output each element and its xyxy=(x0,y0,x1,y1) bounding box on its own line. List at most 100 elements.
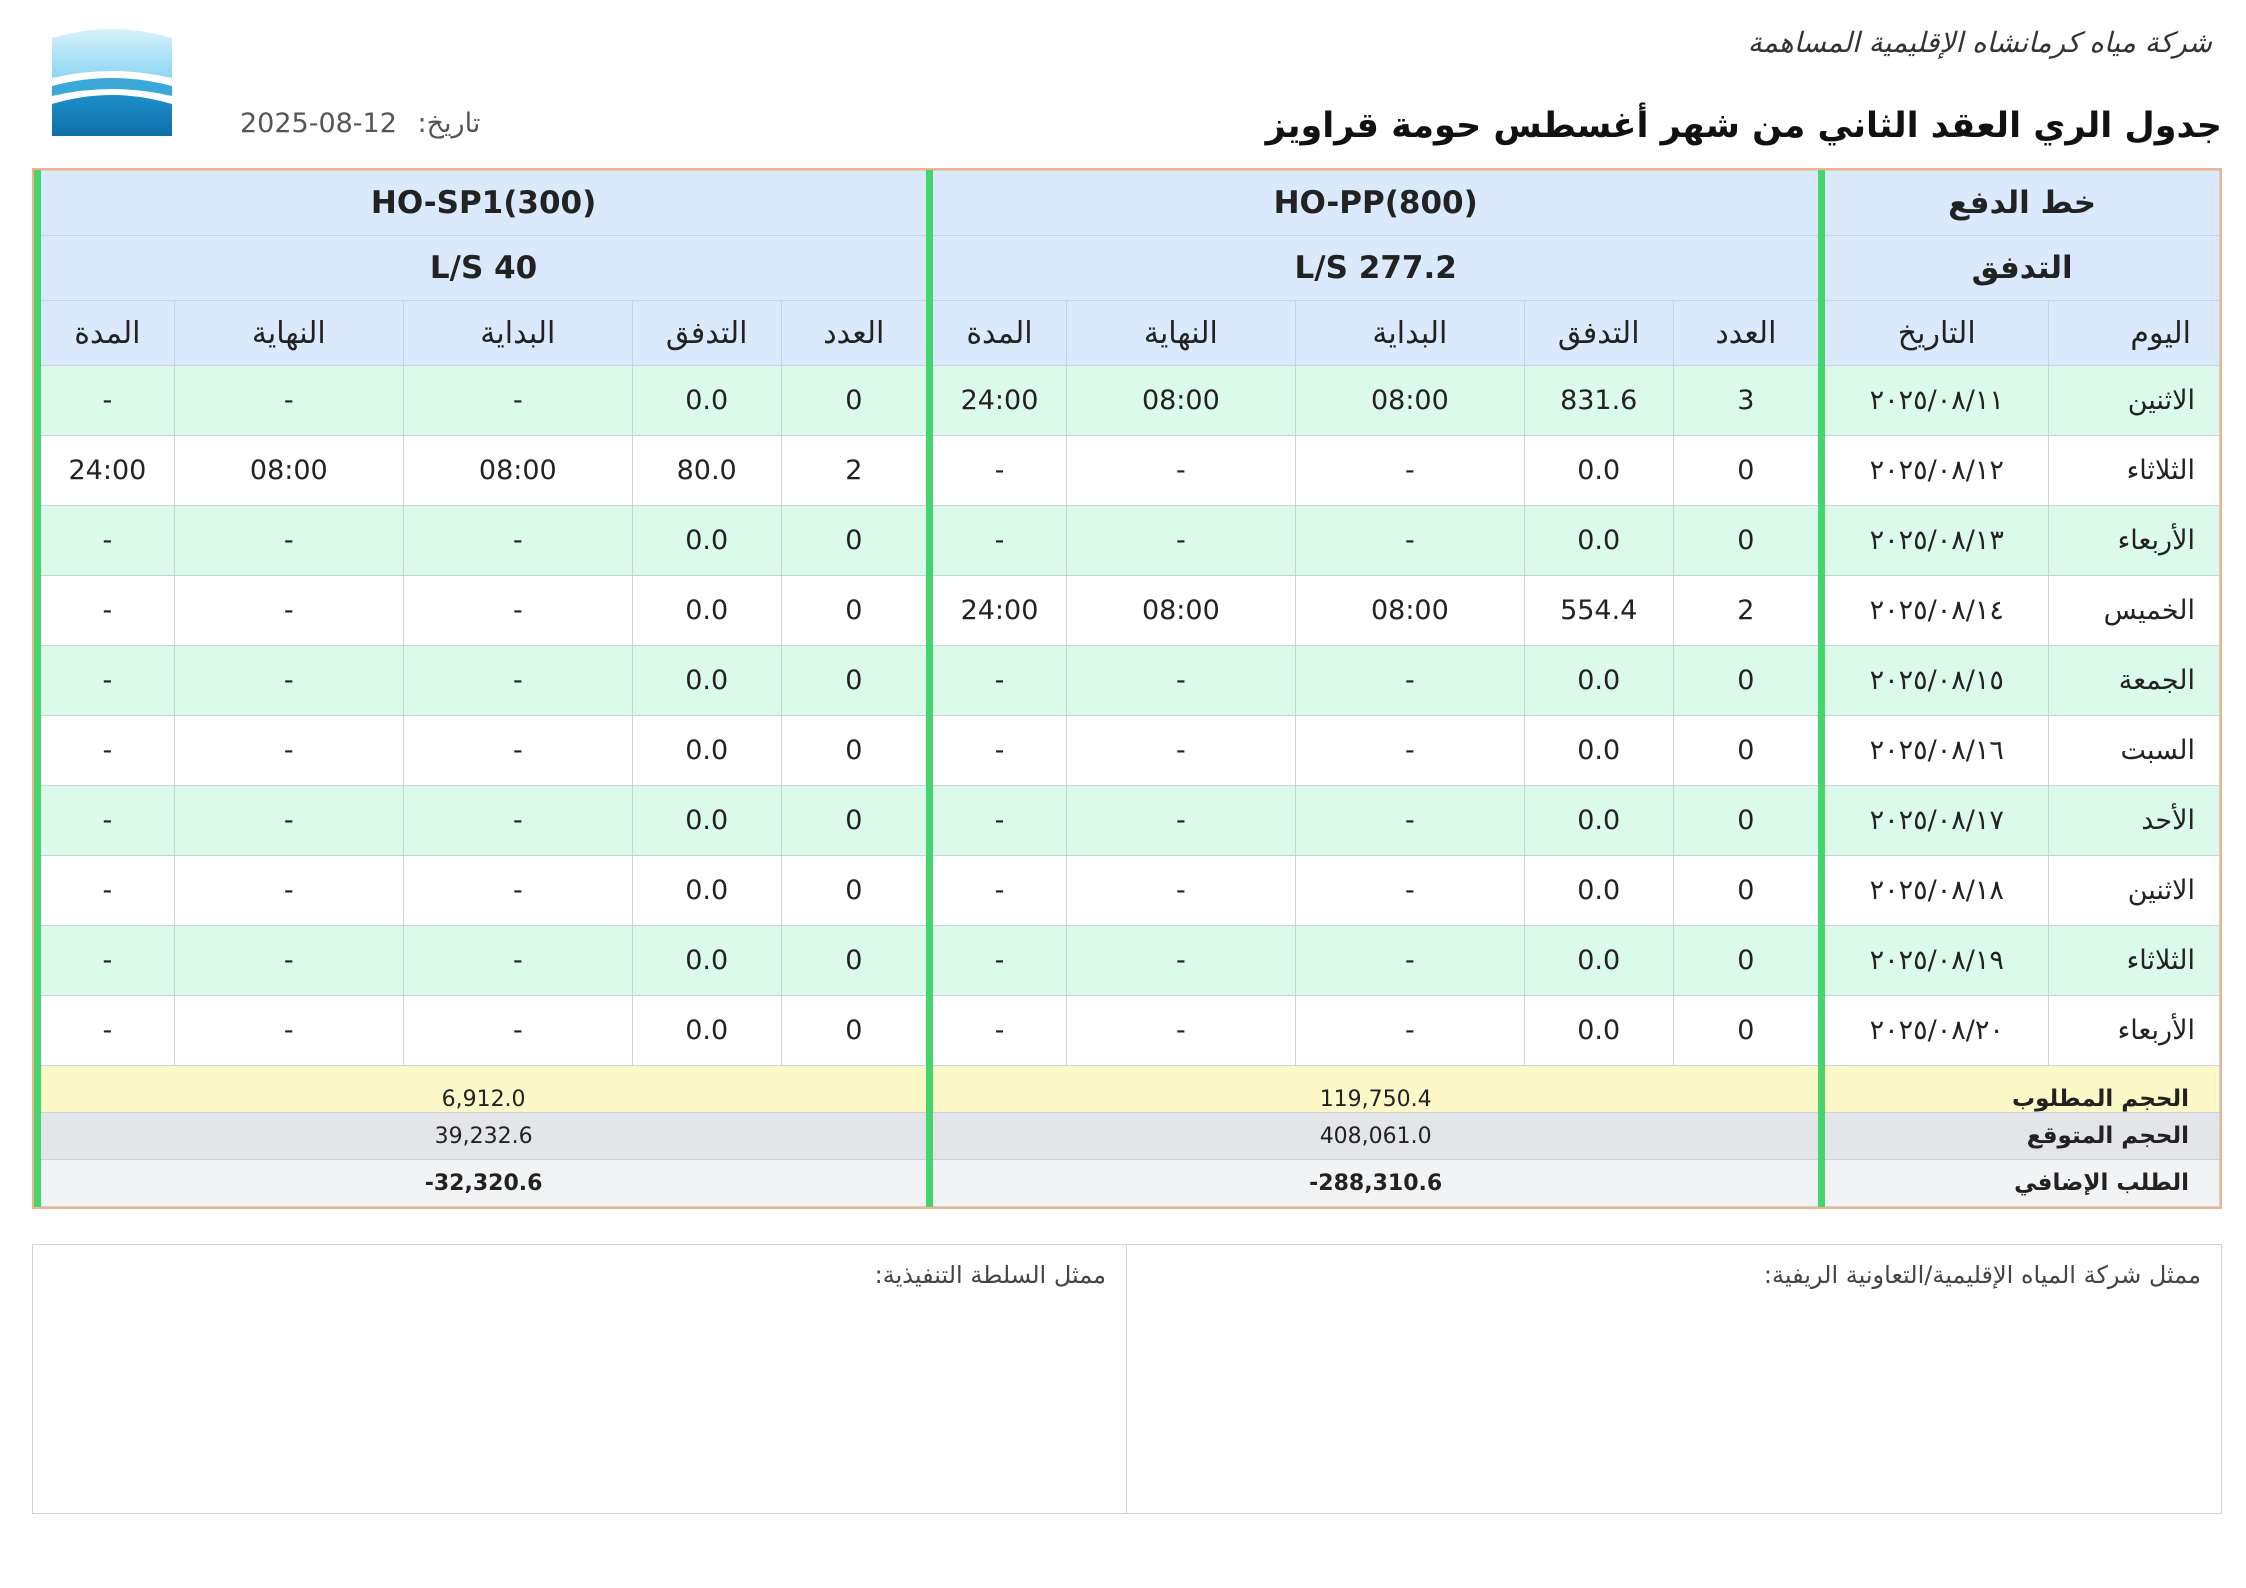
col-date: التاريخ xyxy=(1818,300,2050,366)
cell-start: - xyxy=(1294,995,1525,1066)
cell-count: 2 xyxy=(1672,575,1823,646)
cell-duration: - xyxy=(926,785,1067,856)
cell-count: 2 xyxy=(780,435,931,506)
signature-label-regional-company: ممثل شركة المياه الإقليمية/التعاونية الر… xyxy=(1763,1261,2201,1289)
col-flow: التدفق xyxy=(1523,300,1674,366)
cell-duration: - xyxy=(926,925,1067,996)
cell-count: 0 xyxy=(780,365,931,436)
cell-end: - xyxy=(173,855,404,926)
cell-flow: 0.0 xyxy=(1523,715,1674,786)
cell-day: الاثنين xyxy=(2048,855,2220,926)
cell-count: 0 xyxy=(780,785,931,856)
irrigation-schedule-table: خط الدفع HO-PP(800) HO-SP1(300) التدفق 2… xyxy=(32,168,2222,1209)
cell-flow: 0.0 xyxy=(1523,645,1674,716)
cell-date: ٢٠٢٥/٠٨/١٥ xyxy=(1818,645,2050,716)
cell-date: ٢٠٢٥/٠٨/١٣ xyxy=(1818,505,2050,576)
cell-start: - xyxy=(1294,925,1525,996)
cell-flow: 0.0 xyxy=(631,645,782,716)
signature-box-regional-company[interactable]: ممثل شركة المياه الإقليمية/التعاونية الر… xyxy=(1127,1245,2221,1513)
cell-duration: - xyxy=(34,995,175,1066)
cell-duration: - xyxy=(34,365,175,436)
company-name: شركة مياه كرمانشاه الإقليمية المساهمة xyxy=(1747,26,2212,59)
cell-end: - xyxy=(1065,785,1296,856)
cell-day: الأربعاء xyxy=(2048,505,2220,576)
document-date: تاريخ: 2025-08-12 xyxy=(240,108,480,139)
expected-ho-pp: 408,061.0 xyxy=(926,1112,1823,1160)
cell-count: 0 xyxy=(1672,995,1823,1066)
cell-day: الجمعة xyxy=(2048,645,2220,716)
cell-count: 0 xyxy=(1672,435,1823,506)
group-name-ho-sp1: HO-SP1(300) xyxy=(33,170,931,236)
cell-end: - xyxy=(173,785,404,856)
cell-end: - xyxy=(1065,435,1296,506)
cell-start: - xyxy=(1294,715,1525,786)
table-row: الأربعاء ٢٠٢٥/٠٨/١٣ 0 0.0- - -0 0.0- - - xyxy=(34,505,2220,576)
cell-flow: 0.0 xyxy=(631,715,782,786)
cell-date: ٢٠٢٥/٠٨/١٢ xyxy=(1818,435,2050,506)
cell-flow: 0.0 xyxy=(1523,785,1674,856)
col-duration: المدة xyxy=(926,300,1067,366)
date-value: 2025-08-12 xyxy=(240,108,397,139)
cell-start: - xyxy=(1294,645,1525,716)
cell-flow: 0.0 xyxy=(1523,855,1674,926)
cell-flow: 554.4 xyxy=(1523,575,1674,646)
cell-count: 0 xyxy=(780,855,931,926)
cell-end: 08:00 xyxy=(1065,575,1296,646)
group-flow-ho-pp: 277.2 L/S xyxy=(926,235,1823,301)
cell-end: - xyxy=(173,575,404,646)
cell-duration: - xyxy=(926,995,1067,1066)
cell-date: ٢٠٢٥/٠٨/١٨ xyxy=(1818,855,2050,926)
extra-ho-pp: -288,310.6 xyxy=(926,1159,1823,1207)
cell-duration: 24:00 xyxy=(926,365,1067,436)
table-row: الاثنين ٢٠٢٥/٠٨/١١ 3 831.6 08:00 08:00 24:00 0 0… xyxy=(34,365,2220,436)
cell-duration: - xyxy=(926,435,1067,506)
cell-duration: - xyxy=(34,715,175,786)
cell-date: ٢٠٢٥/٠٨/١٦ xyxy=(1818,715,2050,786)
cell-count: 3 xyxy=(1672,365,1823,436)
cell-end: 08:00 xyxy=(173,435,404,506)
signature-box-executive-authority[interactable]: ممثل السلطة التنفيذية: xyxy=(33,1245,1127,1513)
date-label: تاريخ: xyxy=(417,108,481,139)
table-row: الخميس ٢٠٢٥/٠٨/١٤ 2 554.4 08:00 08:00 24:00 0 0.… xyxy=(34,575,2220,646)
cell-flow: 0.0 xyxy=(1523,925,1674,996)
cell-start: - xyxy=(1294,785,1525,856)
col-end: النهاية xyxy=(1065,300,1296,366)
table-row: الجمعة ٢٠٢٥/٠٨/١٥ 0 0.0- - -0 0.0- - - xyxy=(34,645,2220,716)
cell-start: 08:00 xyxy=(1294,575,1525,646)
line-label: خط الدفع xyxy=(1818,170,2220,236)
cell-date: ٢٠٢٥/٠٨/١٤ xyxy=(1818,575,2050,646)
col-start: البداية xyxy=(402,300,633,366)
cell-count: 0 xyxy=(1672,785,1823,856)
cell-flow: 0.0 xyxy=(631,785,782,856)
required-ho-pp: 119,750.4 xyxy=(926,1065,1823,1113)
col-duration: المدة xyxy=(34,300,175,366)
cell-flow: 80.0 xyxy=(631,435,782,506)
water-drop-logo-icon xyxy=(52,29,172,136)
cell-count: 0 xyxy=(780,505,931,576)
cell-duration: - xyxy=(34,785,175,856)
cell-count: 0 xyxy=(780,575,931,646)
cell-start: - xyxy=(402,715,633,786)
cell-duration: - xyxy=(34,925,175,996)
cell-start: - xyxy=(402,505,633,576)
cell-end: - xyxy=(1065,505,1296,576)
cell-duration: - xyxy=(34,645,175,716)
cell-end: - xyxy=(173,995,404,1066)
table-row: الثلاثاء ٢٠٢٥/٠٨/١٢ 0 0.0- - -2 80.0 08:00 08:00… xyxy=(34,435,2220,506)
cell-count: 0 xyxy=(780,925,931,996)
totals-row-extra: الطلب الإضافي -288,310.6 -32,320.6 xyxy=(33,1159,2220,1207)
cell-flow: 0.0 xyxy=(631,365,782,436)
cell-count: 0 xyxy=(1672,925,1823,996)
col-start: البداية xyxy=(1294,300,1525,366)
cell-flow: 831.6 xyxy=(1523,365,1674,436)
cell-end: - xyxy=(1065,925,1296,996)
table-row: السبت ٢٠٢٥/٠٨/١٦ 0 0.0- - -0 0.0- - - xyxy=(34,715,2220,786)
cell-end: - xyxy=(173,715,404,786)
cell-start: - xyxy=(402,995,633,1066)
table-row: الاثنين ٢٠٢٥/٠٨/١٨ 0 0.0- - -0 0.0- - - xyxy=(34,855,2220,926)
cell-date: ٢٠٢٥/٠٨/٢٠ xyxy=(1818,995,2050,1066)
cell-start: 08:00 xyxy=(1294,365,1525,436)
cell-count: 0 xyxy=(780,715,931,786)
extra-ho-sp1: -32,320.6 xyxy=(33,1159,931,1207)
required-ho-sp1: 6,912.0 xyxy=(33,1065,931,1113)
